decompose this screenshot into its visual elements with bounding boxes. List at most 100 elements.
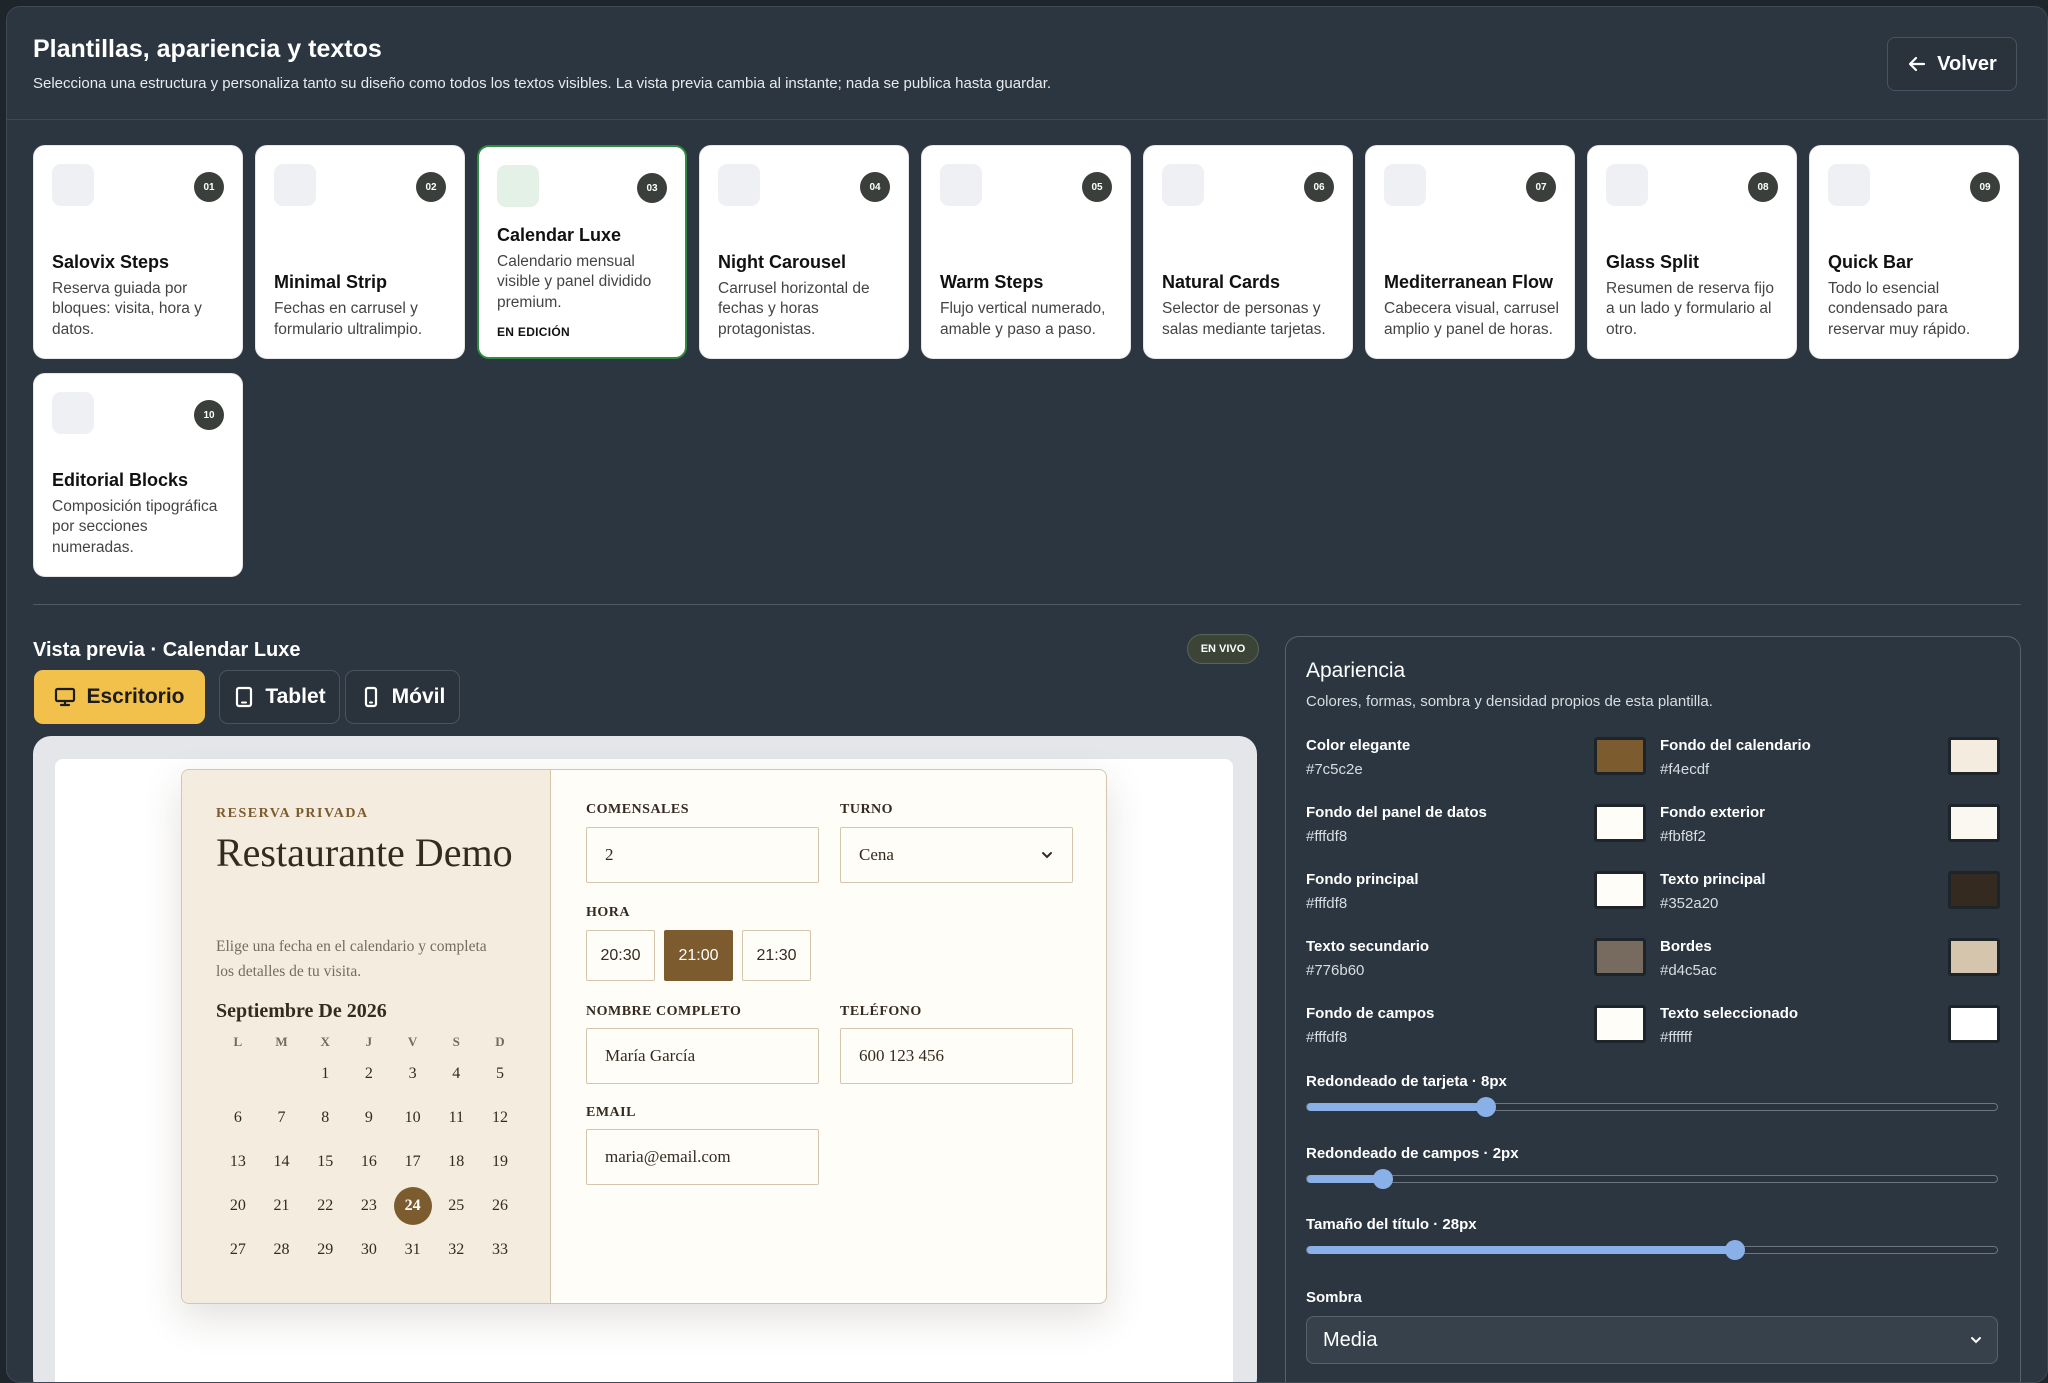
calendar-day[interactable]: 10 <box>391 1096 435 1140</box>
template-card-06[interactable]: 06 Natural Cards Selector de personas y sa… <box>1143 145 1353 359</box>
guests-input[interactable]: 2 <box>586 827 819 883</box>
calendar-day-number: 3 <box>408 1065 417 1082</box>
shift-select-value: Cena <box>859 845 894 864</box>
device-mobile-label: Móvil <box>391 685 446 708</box>
chevron-down-icon <box>1042 852 1052 859</box>
template-card-02[interactable]: 02 Minimal Strip Fechas en carrusel y form… <box>255 145 465 359</box>
template-card-09[interactable]: 09 Quick Bar Todo lo esencial condensado p… <box>1809 145 2019 359</box>
calendar-day[interactable]: 21 <box>260 1184 304 1228</box>
shift-select[interactable]: Cena <box>840 827 1073 883</box>
color-setting: Color elegante #7c5c2e <box>1306 737 1646 793</box>
calendar-day[interactable]: 3 <box>391 1052 435 1096</box>
color-swatch[interactable] <box>1594 737 1646 775</box>
calendar-day[interactable]: 20 <box>216 1184 260 1228</box>
calendar-day[interactable]: 24 <box>391 1184 435 1228</box>
calendar-day[interactable]: 23 <box>347 1184 391 1228</box>
slider-thumb[interactable] <box>1724 1240 1745 1260</box>
time-slot-2030[interactable]: 20:30 <box>586 930 655 981</box>
template-card-10[interactable]: 10 Editorial Blocks Composición tipográfic… <box>33 373 243 577</box>
calendar-week: 20 21 22 23 24 25 26 <box>216 1184 522 1228</box>
calendar-day[interactable]: 27 <box>216 1228 260 1272</box>
email-input[interactable]: maria@email.com <box>586 1129 819 1185</box>
calendar-day[interactable]: 13 <box>216 1140 260 1184</box>
calendar-day-number: 19 <box>491 1153 508 1170</box>
range-slider[interactable] <box>1306 1097 1998 1117</box>
calendar-day[interactable]: 15 <box>303 1140 347 1184</box>
color-swatch[interactable] <box>1948 737 2000 775</box>
calendar-day[interactable]: 26 <box>478 1184 522 1228</box>
color-setting: Texto principal #352a20 <box>1660 871 2000 927</box>
device-tablet-button[interactable]: Tablet <box>219 670 340 724</box>
phone-input[interactable]: 600 123 456 <box>840 1028 1073 1084</box>
calendar-day[interactable]: 29 <box>303 1228 347 1272</box>
calendar-day-number: 14 <box>273 1153 290 1170</box>
calendar-day[interactable]: 31 <box>391 1228 435 1272</box>
template-card-04[interactable]: 04 Night Carousel Carrusel horizontal de f… <box>699 145 909 359</box>
back-button[interactable]: Volver <box>1887 37 2017 91</box>
calendar-day[interactable]: 8 <box>303 1096 347 1140</box>
calendar-day[interactable]: 19 <box>478 1140 522 1184</box>
time-label: HORA <box>586 905 630 920</box>
calendar-day[interactable]: 17 <box>391 1140 435 1184</box>
calendar-day[interactable]: 6 <box>216 1096 260 1140</box>
slider-thumb[interactable] <box>1372 1169 1393 1189</box>
color-swatch[interactable] <box>1948 938 2000 976</box>
color-swatch[interactable] <box>1948 871 2000 909</box>
calendar-week: 27 28 29 30 31 32 33 <box>216 1228 522 1272</box>
calendar-day[interactable]: 9 <box>347 1096 391 1140</box>
template-card-03[interactable]: 03 Calendar Luxe Calendario mensual visibl… <box>477 145 687 359</box>
template-card-01[interactable]: 01 Salovix Steps Reserva guiada por bloque… <box>33 145 243 359</box>
template-thumbnail <box>718 164 760 206</box>
calendar-day[interactable]: 33 <box>478 1228 522 1272</box>
color-swatch[interactable] <box>1948 1005 2000 1043</box>
calendar-day[interactable]: 22 <box>303 1184 347 1228</box>
time-slot-2100[interactable]: 21:00 <box>664 930 733 981</box>
device-desktop-button[interactable]: Escritorio <box>34 670 205 724</box>
slider-thumb[interactable] <box>1476 1097 1497 1117</box>
guests-label: COMENSALES <box>586 802 690 817</box>
calendar-day[interactable]: 32 <box>434 1228 478 1272</box>
template-description: Fechas en carrusel y formulario ultralim… <box>274 300 423 338</box>
shadow-select[interactable]: Media <box>1306 1316 1998 1364</box>
color-swatch[interactable] <box>1594 1005 1646 1043</box>
template-body: Salovix Steps Reserva guiada por bloques:… <box>52 250 228 341</box>
template-description: Flujo vertical numerado, amable y paso a… <box>940 300 1106 338</box>
template-card-05[interactable]: 05 Warm Steps Flujo vertical numerado, ama… <box>921 145 1131 359</box>
color-label: Fondo del calendario <box>1660 737 1811 754</box>
calendar-day[interactable]: 30 <box>347 1228 391 1272</box>
calendar-day[interactable]: 11 <box>434 1096 478 1140</box>
color-label: Fondo principal <box>1306 871 1419 888</box>
calendar-day-number: 1 <box>321 1065 330 1082</box>
template-thumbnail <box>1162 164 1204 206</box>
template-body: Warm Steps Flujo vertical numerado, amabl… <box>940 270 1116 340</box>
template-description: Resumen de reserva fijo a un lado y form… <box>1606 279 1774 338</box>
calendar-day[interactable]: 25 <box>434 1184 478 1228</box>
name-input[interactable]: María García <box>586 1028 819 1084</box>
calendar-day[interactable]: 12 <box>478 1096 522 1140</box>
calendar-day[interactable]: 16 <box>347 1140 391 1184</box>
template-card-07[interactable]: 07 Mediterranean Flow Cabecera visual, car… <box>1365 145 1575 359</box>
color-swatch[interactable] <box>1948 804 2000 842</box>
calendar-day[interactable]: 2 <box>347 1052 391 1096</box>
calendar-day-number: 30 <box>360 1241 377 1258</box>
calendar-day[interactable]: 1 <box>303 1052 347 1096</box>
color-swatch[interactable] <box>1594 871 1646 909</box>
calendar-day[interactable]: 18 <box>434 1140 478 1184</box>
color-swatch[interactable] <box>1594 938 1646 976</box>
color-swatch[interactable] <box>1594 804 1646 842</box>
calendar-day[interactable]: 28 <box>260 1228 304 1272</box>
calendar-week: 1 2 3 4 5 <box>216 1052 522 1096</box>
time-slot-2130[interactable]: 21:30 <box>742 930 811 981</box>
calendar-day[interactable]: 7 <box>260 1096 304 1140</box>
device-mobile-button[interactable]: Móvil <box>345 670 460 724</box>
calendar-day[interactable]: 4 <box>434 1052 478 1096</box>
range-slider[interactable] <box>1306 1240 1998 1260</box>
calendar-empty <box>216 1052 260 1096</box>
color-hex: #776b60 <box>1306 962 1365 979</box>
template-body: Minimal Strip Fechas en carrusel y formul… <box>274 270 450 340</box>
calendar-day[interactable]: 14 <box>260 1140 304 1184</box>
color-setting: Texto secundario #776b60 <box>1306 938 1646 994</box>
range-slider[interactable] <box>1306 1169 1998 1189</box>
calendar-day[interactable]: 5 <box>478 1052 522 1096</box>
template-card-08[interactable]: 08 Glass Split Resumen de reserva fijo a u… <box>1587 145 1797 359</box>
